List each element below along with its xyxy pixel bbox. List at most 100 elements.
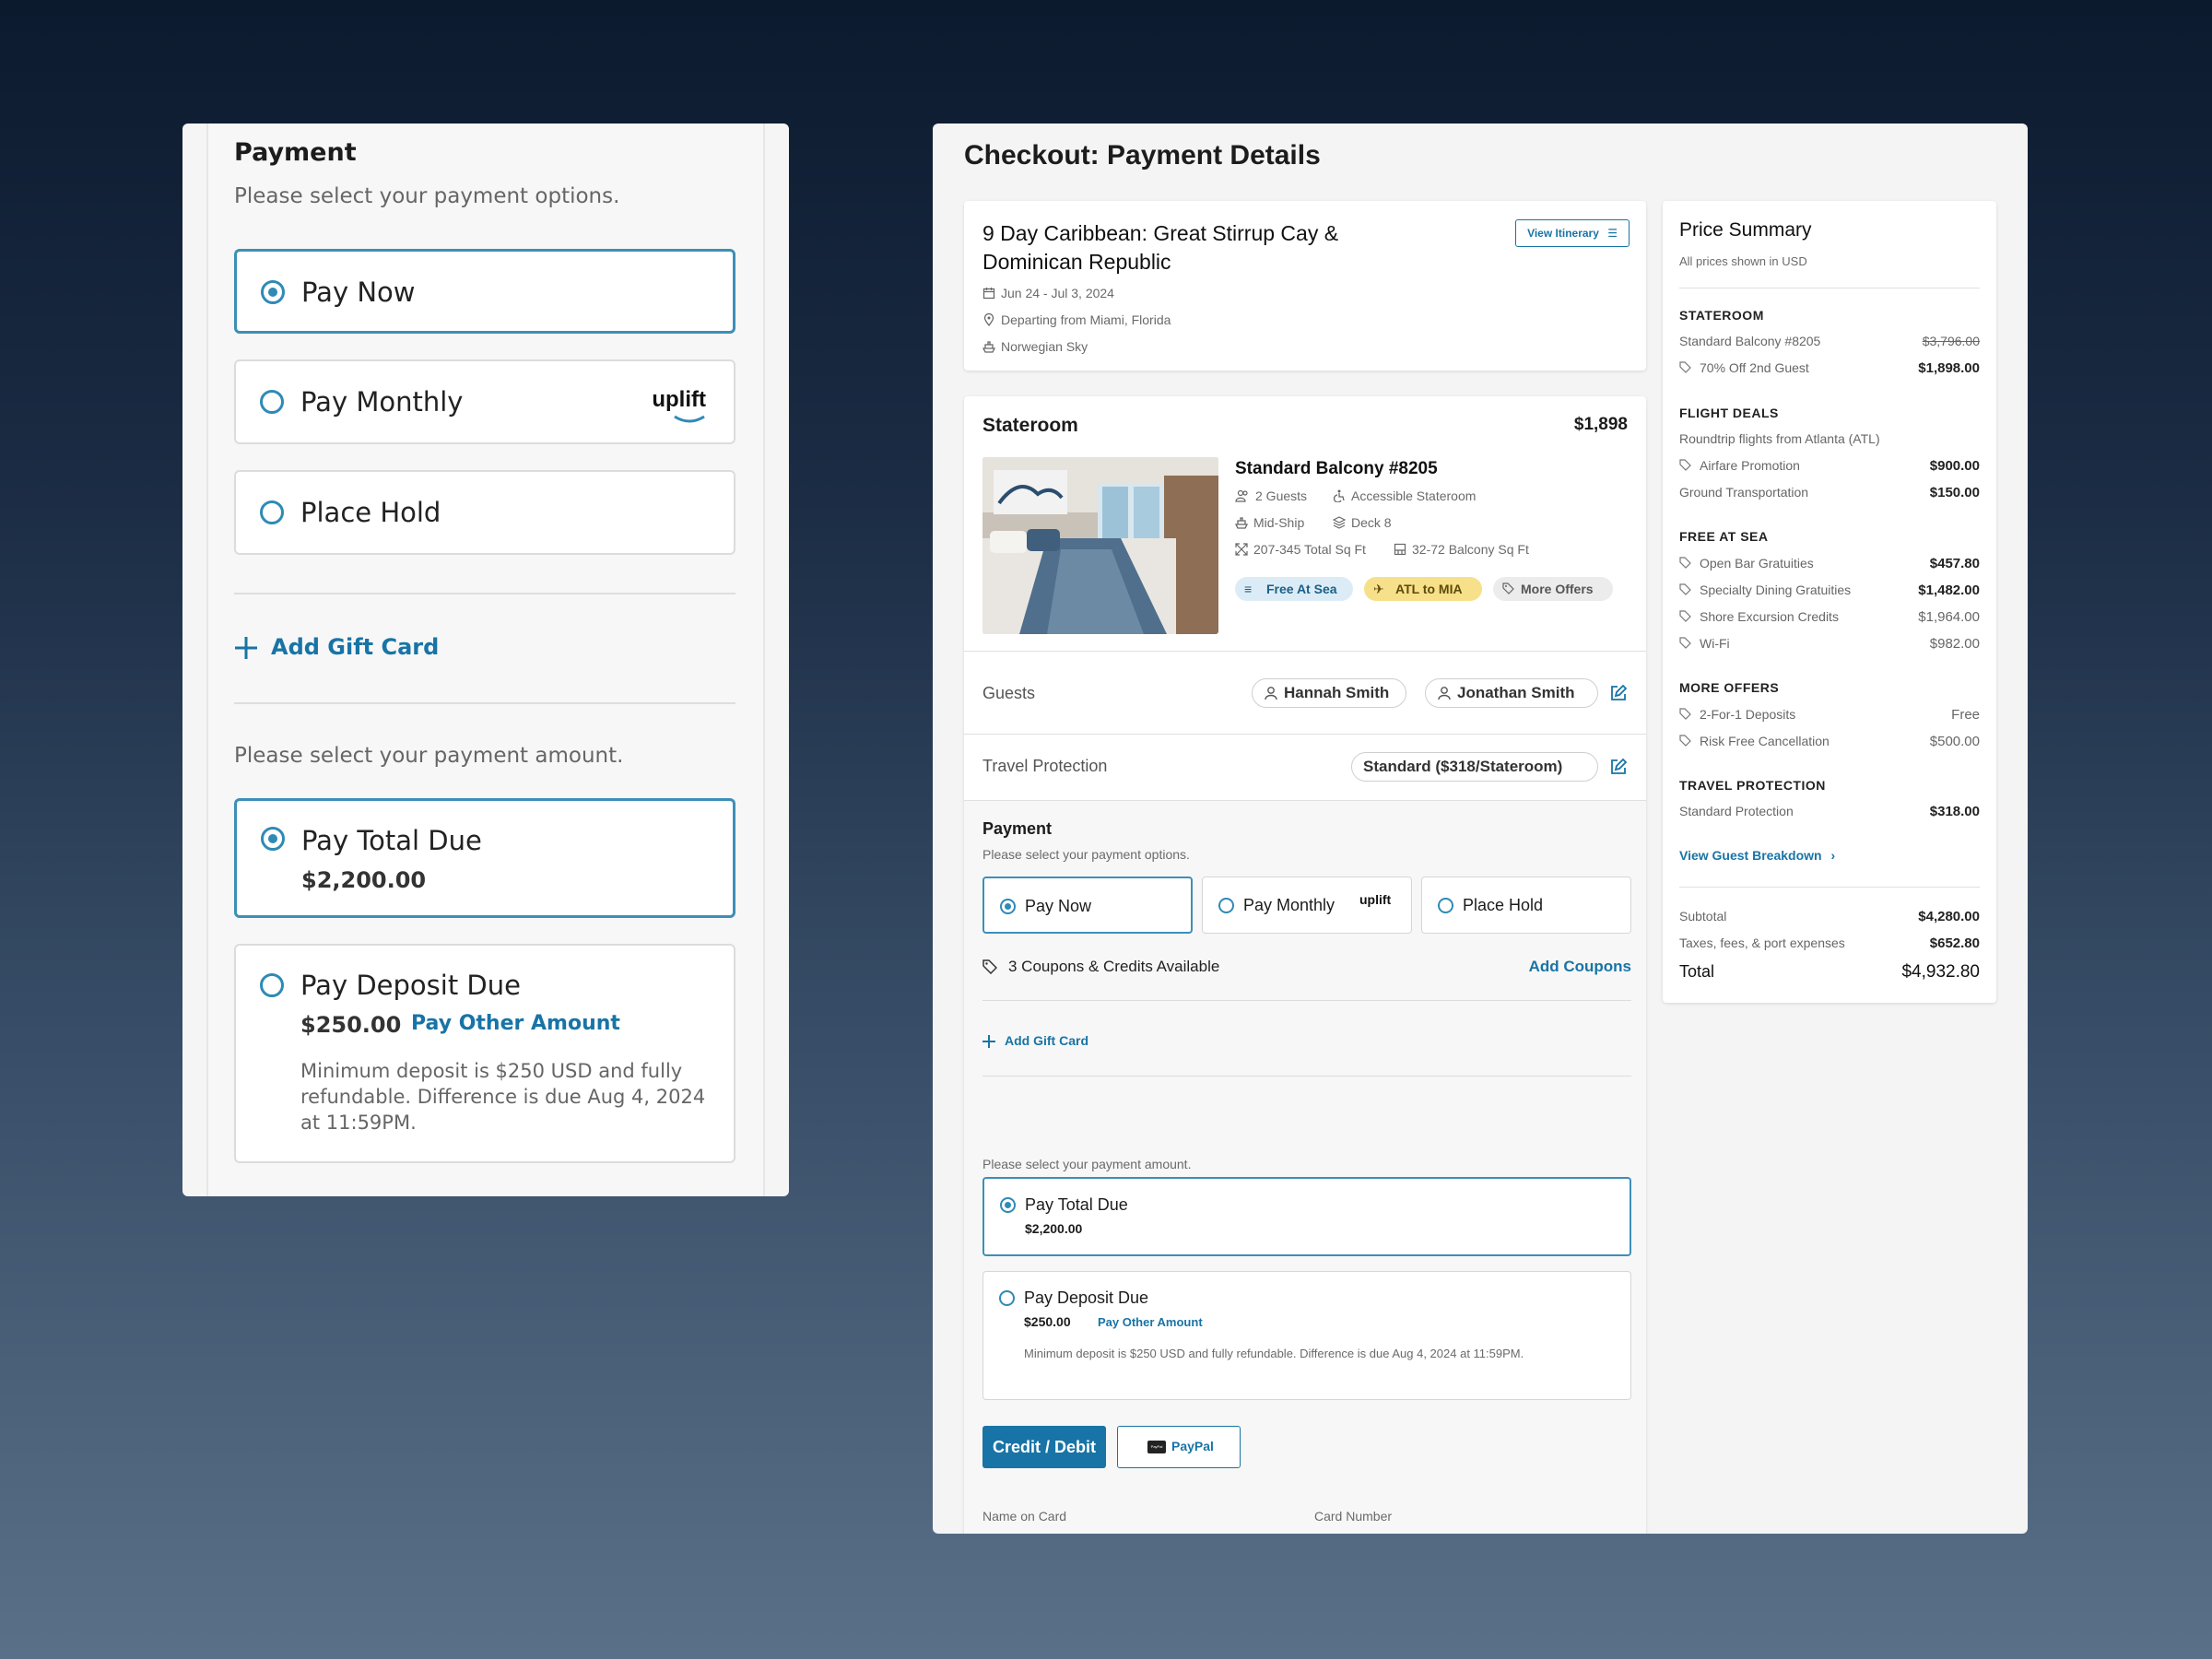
pay-other-amount-link[interactable]: Pay Other Amount xyxy=(1098,1315,1203,1329)
chevron-right-icon: › xyxy=(1830,848,1836,863)
stateroom-deck: Deck 8 xyxy=(1351,515,1392,530)
tag-icon xyxy=(1679,708,1691,720)
radio[interactable] xyxy=(260,390,284,414)
stateroom-item: Standard Balcony #8205 xyxy=(1679,334,1821,348)
view-itinerary-button[interactable]: View Itinerary ☰ xyxy=(1515,219,1630,247)
edit-icon[interactable] xyxy=(1609,758,1628,776)
person-icon xyxy=(1438,687,1451,700)
bar-icon: ≡ xyxy=(1244,582,1253,596)
layers-icon xyxy=(1333,516,1346,529)
stateroom-guests-row: 2 Guests xyxy=(1235,488,1307,503)
tag-free-at-sea[interactable]: ≡ Free At Sea xyxy=(1235,577,1353,601)
payment-subheading: Please select your payment options. xyxy=(982,847,1190,862)
option-place-hold[interactable]: Place Hold xyxy=(1421,877,1631,934)
coupons-available: 3 Coupons & Credits Available xyxy=(1008,958,1220,975)
radio[interactable] xyxy=(260,500,284,524)
discount-value: $1,898.00 xyxy=(1918,360,1980,376)
option-pay-monthly[interactable]: Pay Monthly uplift xyxy=(234,359,735,444)
payment-section: Payment Please select your payment optio… xyxy=(964,801,1646,1534)
payment-heading: Payment xyxy=(982,819,1053,838)
credit-debit-label: Credit / Debit xyxy=(992,1438,1096,1456)
divider xyxy=(1679,887,1980,888)
radio[interactable] xyxy=(260,973,284,997)
radio-selected[interactable] xyxy=(261,280,285,304)
option-pay-total-due[interactable]: Pay Total Due $2,200.00 xyxy=(234,798,735,918)
stateroom-photo xyxy=(982,457,1218,634)
edit-icon[interactable] xyxy=(1609,684,1628,702)
amount-prompt: Please select your payment amount. xyxy=(234,744,624,768)
view-guest-breakdown-link[interactable]: View Guest Breakdown › xyxy=(1679,848,1835,863)
calendar-icon xyxy=(982,288,995,300)
tag-icon xyxy=(1679,610,1691,622)
trip-dates-row: Jun 24 - Jul 3, 2024 xyxy=(982,286,1114,300)
option-pay-now[interactable]: Pay Now xyxy=(234,249,735,334)
add-coupons-link[interactable]: Add Coupons xyxy=(1529,958,1631,976)
tp-label: Standard Protection xyxy=(1679,804,1794,818)
guest-name: Jonathan Smith xyxy=(1457,684,1575,701)
divider xyxy=(964,651,1646,652)
option-label: Pay Monthly xyxy=(1243,896,1335,914)
stateroom-location-row: Mid-Ship xyxy=(1235,515,1304,530)
discount-label: 70% Off 2nd Guest xyxy=(1700,360,1809,375)
option-pay-now[interactable]: Pay Now xyxy=(982,877,1193,934)
trip-ship-row: Norwegian Sky xyxy=(982,339,1088,354)
add-gift-card-label: Add Gift Card xyxy=(1005,1033,1088,1048)
dining-value: $1,482.00 xyxy=(1918,582,1980,598)
travel-protection-label: Travel Protection xyxy=(982,757,1108,775)
open-bar-label: Open Bar Gratuities xyxy=(1700,556,1814,571)
credit-debit-button[interactable]: Credit / Debit xyxy=(982,1426,1106,1468)
option-label: Place Hold xyxy=(300,497,441,528)
stateroom-original-price: $3,796.00 xyxy=(1922,334,1980,348)
wifi-label: Wi-Fi xyxy=(1700,636,1730,651)
option-label: Pay Total Due xyxy=(301,825,482,856)
stateroom-heading: Stateroom xyxy=(982,415,1078,436)
name-on-card-label: Name on Card xyxy=(982,1509,1067,1524)
option-pay-total-due[interactable]: Pay Total Due $2,200.00 xyxy=(982,1177,1631,1256)
paypal-button[interactable]: PayPal PayPal xyxy=(1117,1426,1241,1468)
uplift-logo: uplift xyxy=(652,387,706,412)
stateroom-location: Mid-Ship xyxy=(1253,515,1305,530)
plane-icon: ✈ xyxy=(1373,582,1384,596)
radio-selected[interactable] xyxy=(1000,899,1016,914)
view-itinerary-label: View Itinerary xyxy=(1527,227,1599,240)
flight-description: Roundtrip flights from Atlanta (ATL) xyxy=(1679,431,1880,446)
ship-icon xyxy=(1235,517,1248,529)
total-value: $4,932.80 xyxy=(1901,962,1980,982)
taxes-label: Taxes, fees, & port expenses xyxy=(1679,935,1845,950)
option-pay-deposit-due[interactable]: Pay Deposit Due $250.00 Pay Other Amount… xyxy=(234,944,735,1163)
option-pay-deposit-due[interactable]: Pay Deposit Due $250.00 Pay Other Amount… xyxy=(982,1271,1631,1400)
deposits-label: 2-For-1 Deposits xyxy=(1700,707,1796,722)
airfare-value: $900.00 xyxy=(1929,458,1980,474)
tag-icon xyxy=(1679,557,1691,569)
radio[interactable] xyxy=(1218,898,1234,913)
subtotal-label: Subtotal xyxy=(1679,909,1727,924)
payment-zoom-inner: Payment Please select your payment optio… xyxy=(206,124,765,1196)
divider xyxy=(982,1000,1631,1001)
tag-icon xyxy=(982,959,997,974)
page-title: Checkout: Payment Details xyxy=(964,140,1321,171)
subtotal-value: $4,280.00 xyxy=(1918,909,1980,924)
deposit-amount: $250.00 xyxy=(300,1012,402,1038)
deposits-value: Free xyxy=(1951,707,1980,723)
radio[interactable] xyxy=(1438,898,1453,913)
expand-icon xyxy=(1235,543,1248,556)
option-place-hold[interactable]: Place Hold xyxy=(234,470,735,555)
guest-chip-jonathan[interactable]: Jonathan Smith xyxy=(1425,678,1598,708)
tag-atl-to-mia[interactable]: ✈ ATL to MIA xyxy=(1364,577,1482,601)
option-pay-monthly[interactable]: Pay Monthly uplift xyxy=(1202,877,1412,934)
tag-more-offers[interactable]: More Offers xyxy=(1493,577,1613,601)
radio[interactable] xyxy=(999,1290,1015,1306)
balcony-icon xyxy=(1394,543,1406,556)
tag-icon xyxy=(1679,361,1691,373)
travel-protection-chip[interactable]: Standard ($318/Stateroom) xyxy=(1351,752,1598,782)
divider xyxy=(964,734,1646,735)
pay-other-amount-link[interactable]: Pay Other Amount xyxy=(411,1012,620,1035)
airfare-label: Airfare Promotion xyxy=(1700,458,1800,473)
uplift-logo: uplift xyxy=(1359,892,1392,907)
cancel-value: $500.00 xyxy=(1929,734,1980,749)
radio-selected[interactable] xyxy=(261,827,285,851)
divider xyxy=(982,1076,1631,1077)
radio-selected[interactable] xyxy=(1000,1197,1016,1213)
guest-chip-hannah[interactable]: Hannah Smith xyxy=(1252,678,1406,708)
ship-icon xyxy=(982,341,995,353)
